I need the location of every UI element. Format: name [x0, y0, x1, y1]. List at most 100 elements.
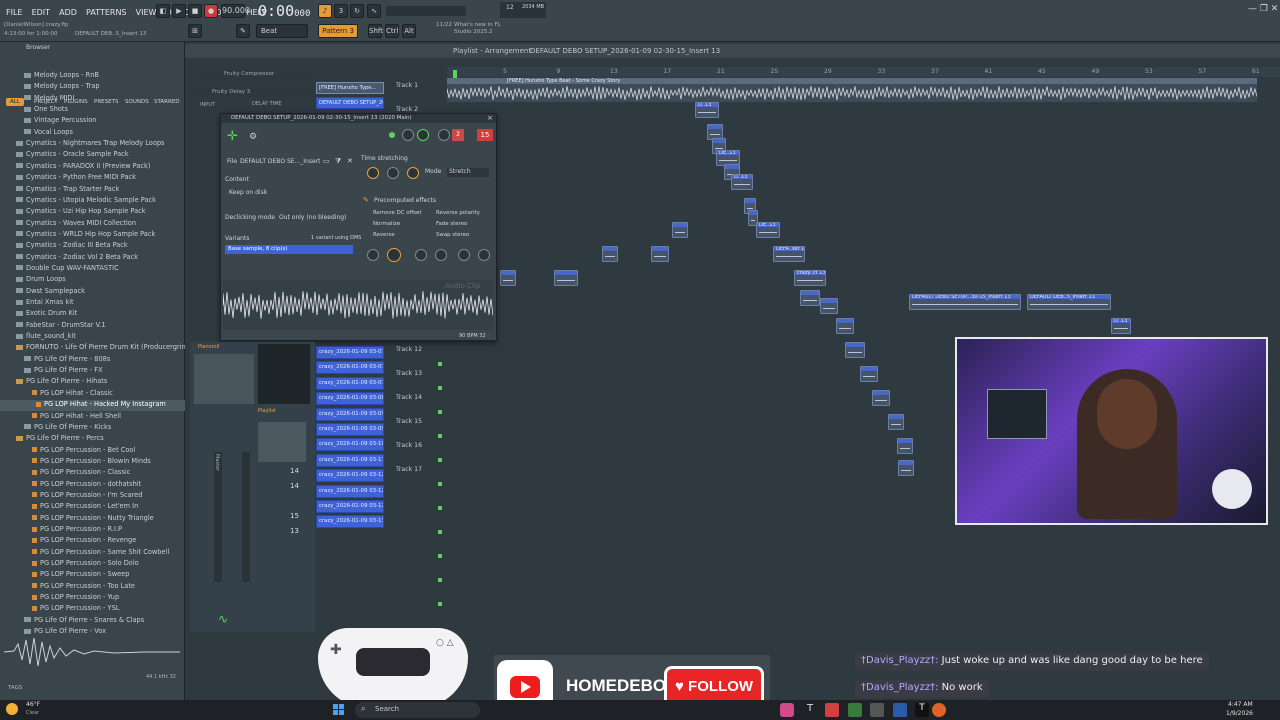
audio-clip[interactable]	[820, 298, 838, 314]
taskbar-app-1-icon[interactable]	[780, 703, 794, 717]
audio-clip[interactable]	[872, 390, 890, 406]
taskbar-app-6-icon[interactable]	[893, 703, 907, 717]
pan-knob[interactable]	[402, 129, 414, 141]
browser-item[interactable]: flute_sound_kit	[0, 332, 185, 343]
ctrl-tab[interactable]: Ctrl	[385, 24, 399, 38]
crossfade-knob[interactable]	[458, 249, 470, 261]
browser-item[interactable]: PG LOP Percussion - Blowin Minds	[0, 457, 185, 468]
track-mute-led[interactable]	[438, 410, 442, 414]
browser-item[interactable]: PG LOP Percussion - I'm Scared	[0, 491, 185, 502]
browser-item[interactable]: Melody Loops - Trap	[0, 82, 185, 93]
track-mute-led[interactable]	[438, 554, 442, 558]
timeline-ruler[interactable]: 5 9 13 17 21 25 29 33 37 41 45 49 53 57 61	[447, 67, 1280, 77]
browser-item[interactable]: Cymatics - Trap Starter Pack	[0, 185, 185, 196]
playlist-tab[interactable]: Playlist	[258, 408, 276, 414]
pattern-item[interactable]: crazy_2026-01-09 03-09...	[316, 407, 384, 421]
track-header[interactable]: Track 17	[396, 462, 444, 485]
effect-fade-stereo[interactable]: Fade stereo	[436, 221, 467, 227]
track-mute-led[interactable]	[438, 578, 442, 582]
tags-label[interactable]: TAGS	[8, 685, 22, 691]
news-ticker[interactable]: What's new in FL Studio 2025.2	[454, 22, 504, 36]
track-header[interactable]: Track 15	[396, 414, 444, 437]
taskbar-app-7-icon[interactable]: T	[915, 703, 929, 717]
track-header[interactable]: Track 12	[396, 342, 444, 365]
menu-add[interactable]: ADD	[57, 4, 79, 21]
audio-clip[interactable]	[860, 366, 878, 382]
track-header[interactable]: Track 14	[396, 390, 444, 413]
mixer-track-number[interactable]: 15	[477, 129, 493, 141]
track-mute-led[interactable]	[438, 458, 442, 462]
track-mute-led[interactable]	[438, 530, 442, 534]
channel-led[interactable]	[389, 132, 395, 138]
browser-item[interactable]: Melody Loops - RnB	[0, 71, 185, 82]
audio-clip[interactable]	[800, 290, 820, 306]
playhead-marker[interactable]	[453, 70, 457, 78]
browser-item[interactable]: PG LOP Percussion - dothatshit	[0, 480, 185, 491]
effect-reverse-polarity[interactable]: Reverse polarity	[436, 210, 480, 216]
browser-item[interactable]: PG LOP Percussion - Too Late	[0, 582, 185, 593]
stretch-time-knob[interactable]	[407, 167, 419, 179]
browser-item[interactable]: PG LOP Hihat - Hell Shell	[0, 412, 185, 423]
tempo-display[interactable]: 90.000	[221, 4, 250, 18]
track-mute-led[interactable]	[438, 386, 442, 390]
weather-temp[interactable]: 46°F	[26, 701, 40, 708]
countdown-button[interactable]: ↻	[350, 4, 364, 18]
range-display[interactable]: 2	[452, 129, 464, 141]
menu-view[interactable]: VIEW	[134, 4, 159, 21]
menu-file[interactable]: FILE	[4, 4, 24, 21]
taskbar-app-8-icon[interactable]	[932, 703, 946, 717]
sample-preview-waveform[interactable]	[3, 632, 180, 672]
side-clip-1[interactable]: [FREE] Hunxho Type...	[316, 82, 384, 94]
filter-icon[interactable]: ⧩	[335, 157, 341, 166]
browser-item[interactable]: PG Life Of Pierre - Snares & Claps	[0, 616, 185, 627]
taskbar-app-3-icon[interactable]	[825, 703, 839, 717]
dialog-close-icon[interactable]: ×	[487, 114, 493, 122]
browser-item[interactable]: PG LOP Percussion - Same Shit Cowbell	[0, 548, 185, 559]
mode-select[interactable]: Stretch	[447, 168, 489, 177]
browser-item[interactable]: PG LOP Percussion - Revenge	[0, 536, 185, 547]
piano-roll-tab[interactable]: Pianoroll	[198, 344, 219, 350]
audio-clip[interactable]	[836, 318, 854, 334]
pattern-item[interactable]: crazy_2026-01-09 03-07...	[316, 346, 384, 359]
insert-fader[interactable]	[242, 452, 250, 582]
audio-clip[interactable]	[602, 246, 618, 262]
time-display[interactable]: 0:00000	[258, 2, 312, 20]
browser-item[interactable]: Vocal Loops	[0, 128, 185, 139]
browser-item[interactable]: Cymatics - Uzi Hip Hop Sample Pack	[0, 207, 185, 218]
bg-window-delay[interactable]: Fruity Delay 3	[192, 86, 316, 98]
file-value[interactable]: DEFAULT DEBO SE..._Insert 13.wav	[240, 158, 320, 165]
audio-clip-main[interactable]: [FREE] Hunxho Type Beat - Some Crazy Sto…	[447, 78, 1257, 102]
browser-item[interactable]: PG LOP Hihat - Hacked My Instagram	[0, 400, 185, 412]
audio-clip[interactable]	[672, 222, 688, 238]
taskbar-app-2-icon[interactable]: T	[803, 703, 817, 717]
pattern-item[interactable]: crazy_2026-01-09 03-08...	[316, 392, 384, 406]
browser-item[interactable]: PG LOP Percussion - Bet Cool	[0, 446, 185, 457]
browser-item[interactable]: PG Life Of Pierre - 808s	[0, 355, 185, 366]
browser-item[interactable]: Cymatics - Zodiac III Beta Pack	[0, 241, 185, 252]
pattern-item[interactable]: crazy_2026-01-09 03-09...	[316, 423, 384, 436]
track-mute-led[interactable]	[438, 482, 442, 486]
browser-item[interactable]: Cymatics - Nightmares Trap Melody Loops	[0, 139, 185, 150]
audio-clip[interactable]	[500, 270, 516, 286]
sample-start-knob[interactable]	[367, 249, 379, 261]
effect-normalize[interactable]: Normalize	[373, 221, 400, 227]
browser-item[interactable]: PG LOP Hihat - Classic	[0, 389, 185, 400]
browser-item[interactable]: Cymatics - WRLD Hip Hop Sample Pack	[0, 230, 185, 241]
effect-remove-dc[interactable]: Remove DC offset	[373, 210, 421, 216]
audio-clip[interactable]: DE..13	[756, 222, 780, 238]
track-header[interactable]: Track 16	[396, 438, 444, 461]
wait-input-button[interactable]: 3	[334, 4, 348, 18]
side-clip-2[interactable]: DEFAULT DEBO SETUP_202	[316, 97, 384, 109]
wrench-icon[interactable]: ⚙	[249, 132, 261, 144]
audio-clip[interactable]: DEFAULT DEBO SETUP...30-15_Insert 13	[909, 294, 1021, 310]
effect-swap-stereo[interactable]: Swap stereo	[436, 232, 469, 238]
close-file-icon[interactable]: ✕	[347, 157, 353, 165]
play-button[interactable]: ▶	[172, 4, 186, 18]
volume-knob[interactable]	[417, 129, 429, 141]
pattern-item[interactable]: crazy_2026-01-09 03-12...	[316, 469, 384, 483]
browser-item[interactable]: Cymatics - Utopia Melodic Sample Pack	[0, 196, 185, 207]
browser-item[interactable]: PG LOP Percussion - R.I.P	[0, 525, 185, 536]
browser-item[interactable]: FORNUTO - Life Of Pierre Drum Kit (Produ…	[0, 343, 185, 354]
stop-button[interactable]: ■	[188, 4, 202, 18]
mixer-link-icon[interactable]: ∿	[218, 612, 228, 626]
